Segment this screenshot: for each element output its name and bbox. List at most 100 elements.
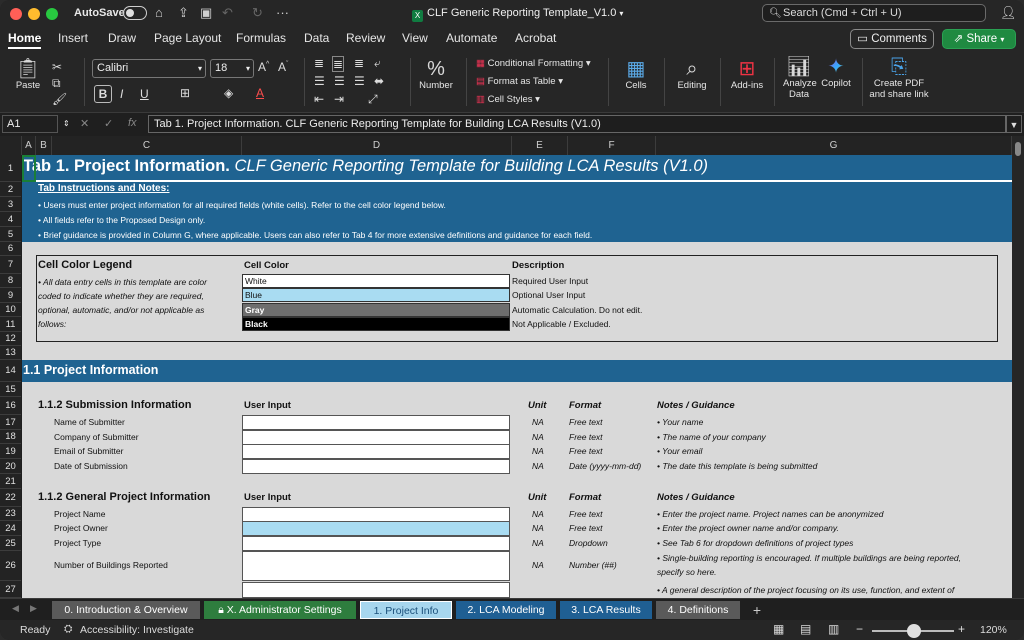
project-type-select[interactable]	[242, 536, 510, 551]
redo-icon[interactable]: ↻	[252, 5, 263, 21]
row-header[interactable]: 7	[0, 256, 21, 274]
row-header[interactable]: 26	[0, 551, 21, 581]
analyze-data-button[interactable]: 📊︎ Analyze Data	[778, 56, 820, 100]
row-header[interactable]: 6	[0, 242, 21, 256]
align-left-icon[interactable]: ☰	[314, 74, 325, 88]
close-window-button[interactable]	[10, 8, 22, 20]
align-middle-icon[interactable]: ≣	[332, 56, 345, 72]
row-header[interactable]: 15	[0, 382, 21, 397]
row-header[interactable]: 23	[0, 507, 21, 521]
zoom-in-icon[interactable]: +	[958, 622, 965, 636]
date-of-submission-input[interactable]	[242, 459, 510, 474]
paste-button[interactable]: 📋︎ Paste	[8, 58, 48, 91]
align-bottom-icon[interactable]: ≣	[354, 56, 364, 70]
column-header-e[interactable]: E	[512, 136, 568, 155]
cell-styles-button[interactable]: ▥ Cell Styles ▾	[476, 94, 540, 105]
align-center-icon[interactable]: ☰	[334, 74, 345, 88]
expand-formula-icon[interactable]: ▼	[1006, 115, 1022, 133]
select-all-corner[interactable]	[0, 136, 22, 155]
editing-button[interactable]: ⌕ Editing	[670, 58, 714, 91]
accessibility-icon[interactable]: ⛭	[64, 623, 72, 636]
merge-icon[interactable]: ⬌	[374, 74, 384, 88]
align-right-icon[interactable]: ☰	[354, 74, 365, 88]
copy-icon[interactable]: ⧉	[52, 76, 61, 91]
normal-view-icon[interactable]: ▦	[773, 622, 784, 636]
column-header-a[interactable]: A	[22, 136, 36, 155]
conditional-formatting-button[interactable]: ▦ Conditional Formatting ▾	[476, 58, 591, 69]
search-box[interactable]: 🔍︎ Search (Cmd + Ctrl + U)	[762, 4, 986, 22]
fill-color-icon[interactable]: ◈	[224, 86, 233, 100]
row-header[interactable]: 9	[0, 288, 21, 303]
page-layout-view-icon[interactable]: ▤	[800, 622, 811, 636]
tab-page-layout[interactable]: Page Layout	[154, 31, 221, 45]
row-header[interactable]: 5	[0, 227, 21, 242]
column-header-d[interactable]: D	[242, 136, 512, 155]
save-icon[interactable]: ▣	[200, 5, 212, 21]
copilot-button[interactable]: ✦ Copilot	[816, 56, 856, 89]
column-header-b[interactable]: B	[36, 136, 52, 155]
row-header[interactable]: 25	[0, 536, 21, 551]
orientation-icon[interactable]: ⤢	[368, 92, 378, 107]
row-header[interactable]: 27	[0, 581, 21, 598]
font-size-select[interactable]: 18 ▾	[210, 59, 254, 78]
company-of-submitter-input[interactable]	[242, 430, 510, 445]
project-description-input[interactable]	[242, 582, 510, 598]
tab-data[interactable]: Data	[304, 31, 329, 45]
person-icon[interactable]: 👤︎	[1000, 5, 1017, 21]
row-header[interactable]: 21	[0, 474, 21, 489]
increase-font-icon[interactable]: A^	[258, 60, 269, 74]
sheet-tab-introduction[interactable]: 0. Introduction & Overview	[52, 601, 200, 619]
page-break-view-icon[interactable]: ▥	[828, 622, 839, 636]
row-header[interactable]: 4	[0, 212, 21, 227]
zoom-slider-knob[interactable]	[907, 624, 921, 638]
font-color-icon[interactable]: A	[256, 86, 264, 100]
sheet-tab-definitions[interactable]: 4. Definitions	[656, 601, 740, 619]
home-icon[interactable]: ⌂	[155, 5, 163, 20]
accessibility-status[interactable]: Accessibility: Investigate	[80, 624, 194, 636]
scroll-thumb[interactable]	[1015, 142, 1021, 156]
document-title[interactable]: X CLF Generic Reporting Template_V1.0 ▾	[412, 7, 623, 22]
row-header[interactable]: 18	[0, 430, 21, 444]
format-painter-icon[interactable]: 🖌︎	[52, 92, 67, 106]
add-sheet-icon[interactable]: +	[748, 601, 766, 619]
worksheet-grid[interactable]: Tab 1. Project Information. CLF Generic …	[22, 155, 1012, 598]
row-header[interactable]: 24	[0, 521, 21, 536]
more-icon[interactable]: ···	[276, 5, 289, 20]
upload-icon[interactable]: ⇪	[178, 5, 189, 21]
decrease-indent-icon[interactable]: ⇤	[314, 92, 324, 106]
decrease-font-icon[interactable]: Aˇ	[278, 60, 288, 74]
undo-icon[interactable]: ↶	[222, 5, 233, 21]
enter-icon[interactable]: ✓	[104, 117, 113, 130]
tab-review[interactable]: Review	[346, 31, 385, 45]
tab-draw[interactable]: Draw	[108, 31, 136, 45]
add-ins-button[interactable]: ⊞ Add-ins	[726, 58, 768, 91]
next-sheet-icon[interactable]: ▶	[30, 603, 37, 614]
share-button[interactable]: ⇗ Share ▾	[942, 29, 1016, 49]
autosave-toggle[interactable]	[123, 6, 147, 20]
zoom-out-icon[interactable]: −	[856, 622, 863, 636]
email-of-submitter-input[interactable]	[242, 444, 510, 459]
row-header[interactable]: 19	[0, 444, 21, 459]
format-as-table-button[interactable]: ▤ Format as Table ▾	[476, 76, 563, 87]
zoom-window-button[interactable]	[46, 8, 58, 20]
italic-button[interactable]: I	[120, 87, 123, 101]
number-of-buildings-input[interactable]	[242, 551, 510, 581]
minimize-window-button[interactable]	[28, 8, 40, 20]
formula-input[interactable]: Tab 1. Project Information. CLF Generic …	[148, 115, 1006, 133]
row-header[interactable]: 16	[0, 397, 21, 415]
sheet-tab-project-info[interactable]: 1. Project Info	[360, 601, 452, 619]
row-header[interactable]: 12	[0, 332, 21, 346]
borders-icon[interactable]: ⊞	[180, 86, 190, 100]
align-top-icon[interactable]: ≣	[314, 56, 324, 70]
row-header[interactable]: 3	[0, 197, 21, 212]
column-header-g[interactable]: G	[656, 136, 1012, 155]
row-header[interactable]: 11	[0, 317, 21, 332]
stepper-icon[interactable]: ⇕	[63, 116, 70, 132]
create-pdf-button[interactable]: ⎘ Create PDF and share link	[866, 56, 932, 100]
underline-button[interactable]: U	[140, 87, 149, 101]
row-header[interactable]: 22	[0, 489, 21, 507]
row-header[interactable]: 13	[0, 346, 21, 360]
name-box[interactable]: A1 ⇕	[2, 115, 70, 133]
row-header[interactable]: 14	[0, 360, 21, 382]
cells-button[interactable]: ▦ Cells	[614, 58, 658, 91]
